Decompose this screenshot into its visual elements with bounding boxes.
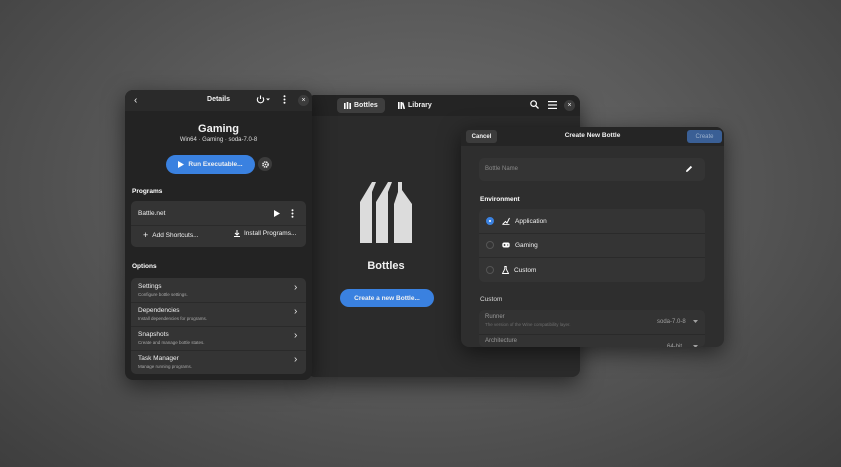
program-play-icon[interactable] (274, 210, 280, 217)
radio-unselected[interactable] (486, 266, 494, 274)
options-card: Settings Configure bottle settings. › De… (131, 278, 306, 374)
custom-card: Runner The version of the Wine compatibi… (479, 310, 705, 347)
details-header-bar: ‹ Details × (125, 90, 312, 111)
run-settings-button[interactable] (258, 157, 272, 171)
create-button[interactable]: Create (687, 130, 722, 143)
power-menu-icon[interactable] (256, 95, 270, 104)
option-subtitle: Create and manage bottle states. (138, 340, 205, 345)
radio-selected[interactable] (486, 217, 494, 225)
architecture-value: 64-bit (667, 344, 683, 347)
bottles-logo-icon (360, 182, 412, 243)
download-icon (234, 230, 240, 237)
add-shortcuts-button[interactable]: + Add Shortcuts... (143, 230, 199, 240)
chevron-right-icon: › (294, 354, 298, 365)
env-row-custom[interactable]: Custom (479, 258, 705, 282)
env-label: Gaming (515, 241, 538, 249)
option-title: Snapshots (138, 331, 169, 338)
tab-bottles-label: Bottles (354, 102, 378, 109)
close-icon[interactable]: × (564, 100, 575, 111)
tab-library[interactable]: Library (391, 98, 439, 113)
option-row-task-manager[interactable]: Task Manager Manage running programs. › (131, 350, 306, 374)
custom-section-title: Custom (480, 296, 503, 303)
install-programs-label: Install Programs... (244, 230, 297, 237)
env-row-gaming[interactable]: Gaming (479, 233, 705, 257)
tab-library-label: Library (408, 102, 432, 109)
flask-icon (502, 266, 509, 274)
option-title: Task Manager (138, 355, 179, 362)
option-row-snapshots[interactable]: Snapshots Create and manage bottle state… (131, 326, 306, 350)
menu-icon[interactable] (548, 101, 557, 109)
option-title: Settings (138, 283, 162, 290)
runner-subtitle: The version of the Wine compatibility la… (485, 322, 571, 327)
env-row-application[interactable]: Application (479, 209, 705, 233)
dialog-header-bar: Cancel Create New Bottle Create (461, 127, 724, 146)
environment-section-title: Environment (480, 196, 520, 203)
option-subtitle: Install dependencies for programs. (138, 316, 208, 321)
architecture-row[interactable]: Architecture 64-bit (479, 335, 705, 347)
library-tab-icon (398, 102, 405, 109)
option-row-dependencies[interactable]: Dependencies Install dependencies for pr… (131, 302, 306, 326)
chevron-right-icon: › (294, 330, 298, 341)
dialog-title: Create New Bottle (564, 132, 621, 139)
bottle-name-field[interactable]: Bottle Name (479, 158, 705, 181)
option-title: Dependencies (138, 307, 180, 314)
run-executable-label: Run Executable... (188, 161, 243, 168)
env-label: Application (515, 217, 547, 225)
gamepad-icon (502, 242, 510, 248)
option-subtitle: Manage running programs. (138, 364, 193, 369)
gear-icon (261, 160, 269, 168)
radio-unselected[interactable] (486, 241, 494, 249)
chevron-down-icon (693, 320, 698, 323)
search-icon[interactable] (530, 100, 539, 109)
add-shortcuts-label: Add Shortcuts... (152, 231, 199, 239)
tab-bottles[interactable]: Bottles (337, 98, 385, 113)
bottle-name: Gaming (198, 123, 239, 135)
plus-icon: + (143, 230, 149, 240)
runner-row[interactable]: Runner The version of the Wine compatibi… (479, 310, 705, 334)
bottle-info: Win64 · Gaming · soda-7.0-8 (179, 137, 258, 143)
details-window: ‹ Details × Gaming Win64 · Gaming · soda… (125, 90, 312, 380)
create-bottle-dialog: Cancel Create New Bottle Create Bottle N… (461, 127, 724, 347)
option-subtitle: Configure bottle settings. (138, 292, 188, 297)
runner-value: soda-7.0-8 (657, 319, 686, 325)
bottles-empty-title: Bottles (367, 260, 405, 272)
main-header-bar: Bottles Library × (307, 95, 580, 116)
options-section-title: Options (132, 263, 157, 270)
more-options-icon[interactable] (283, 95, 286, 104)
details-close-icon[interactable]: × (298, 95, 309, 106)
bottles-tab-icon (344, 102, 351, 109)
architecture-chevron-down-icon (693, 345, 698, 347)
create-new-bottle-button[interactable]: Create a new Bottle... (340, 289, 434, 307)
programs-section-title: Programs (132, 188, 163, 195)
play-icon (178, 161, 185, 168)
programs-card: Battle.net + Add Shortcuts... Install Pr… (131, 201, 306, 247)
program-more-icon[interactable] (291, 209, 294, 218)
run-executable-button[interactable]: Run Executable... (166, 155, 255, 174)
bottle-name-placeholder: Bottle Name (485, 166, 519, 172)
pencil-icon[interactable] (685, 165, 693, 173)
program-name: Battle.net (138, 210, 166, 217)
application-icon (502, 217, 510, 225)
programs-divider (131, 225, 306, 226)
chevron-right-icon: › (294, 282, 298, 293)
environment-card: Application Gaming Custom (479, 209, 705, 282)
chevron-right-icon: › (294, 306, 298, 317)
install-programs-button[interactable]: Install Programs... (234, 230, 296, 237)
option-row-settings[interactable]: Settings Configure bottle settings. › (131, 278, 306, 302)
env-label: Custom (514, 266, 537, 274)
architecture-label: Architecture (485, 338, 518, 344)
runner-label: Runner (485, 314, 505, 320)
